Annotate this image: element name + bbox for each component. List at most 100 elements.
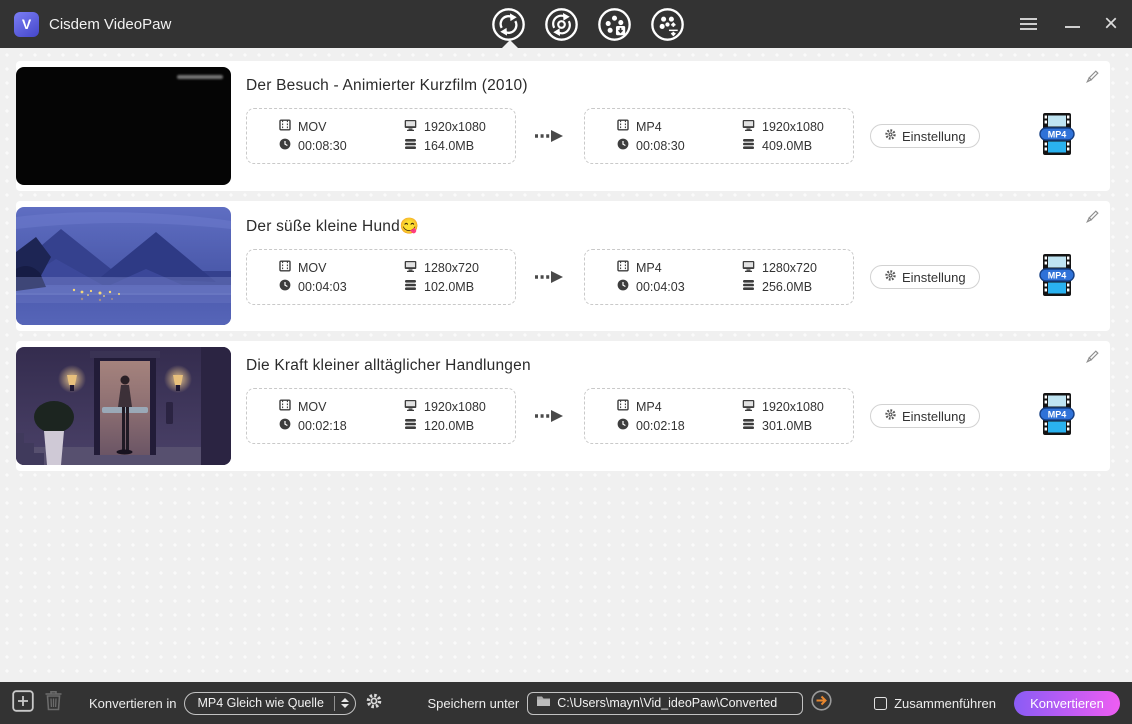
video-title: Der Besuch - Animierter Kurzfilm (2010) [246, 77, 528, 94]
target-duration: 00:04:03 [617, 279, 742, 294]
video-title: Die Kraft kleiner alltäglicher Handlunge… [246, 357, 531, 374]
database-icon [742, 279, 755, 294]
conversion-info-row: MOV 1920x1080 00:02:18 120.0MB MP4 1920x… [246, 388, 1110, 444]
film-icon [279, 119, 291, 134]
minimize-icon[interactable] [1064, 26, 1080, 28]
video-thumbnail [16, 67, 231, 185]
close-icon[interactable]: × [1104, 12, 1118, 36]
downloader-tab-icon[interactable] [597, 7, 632, 42]
settings-button[interactable]: Einstellung [870, 404, 980, 428]
clock-icon [617, 138, 629, 153]
clock-icon [617, 418, 629, 433]
menu-icon[interactable] [1016, 14, 1041, 34]
film-icon [279, 399, 291, 414]
file-list: Der Besuch - Animierter Kurzfilm (2010) … [0, 48, 1132, 682]
clock-icon [279, 138, 291, 153]
title-bar: V Cisdem VideoPaw × [0, 0, 1132, 48]
svg-text:MP4: MP4 [1047, 409, 1066, 419]
convert-button[interactable]: Konvertieren [1014, 690, 1120, 716]
target-resolution: 1920x1080 [742, 119, 847, 134]
file-row-body: Der süße kleine Hund😋 MOV 1280x720 00:04… [231, 201, 1110, 331]
video-title: Der süße kleine Hund😋 [246, 218, 420, 235]
file-row-body: Der Besuch - Animierter Kurzfilm (2010) … [231, 61, 1110, 191]
convert-direction-arrow-icon [516, 408, 584, 424]
source-info-box: MOV 1920x1080 00:08:30 164.0MB [246, 108, 516, 164]
source-resolution: 1280x720 [404, 260, 509, 275]
settings-button[interactable]: Einstellung [870, 265, 980, 289]
source-size: 102.0MB [404, 279, 509, 294]
window-controls: × [1016, 12, 1118, 36]
video-thumbnail [16, 207, 231, 325]
target-info-box: MP4 1920x1080 00:02:18 301.0MB [584, 388, 854, 444]
convert-direction-arrow-icon [516, 128, 584, 144]
convert-tab-icon[interactable] [491, 7, 526, 42]
merge-checkbox[interactable] [874, 696, 888, 710]
settings-button[interactable]: Einstellung [870, 124, 980, 148]
delete-file-button[interactable] [44, 690, 63, 716]
output-path-field[interactable]: C:\Users\mayn\Vid_ideoPaw\Converted [527, 691, 804, 715]
output-format-icon[interactable]: MP4 [1038, 253, 1076, 301]
database-icon [404, 138, 417, 153]
convert-in-label: Konvertieren in [89, 695, 177, 711]
conversion-info-row: MOV 1280x720 00:04:03 102.0MB MP4 1280x7… [246, 249, 1110, 305]
source-size: 164.0MB [404, 138, 509, 153]
source-info-box: MOV 1920x1080 00:02:18 120.0MB [246, 388, 516, 444]
edit-title-icon[interactable] [1084, 69, 1100, 90]
file-row: Der süße kleine Hund😋 MOV 1280x720 00:04… [16, 201, 1110, 331]
file-row-body: Die Kraft kleiner alltäglicher Handlunge… [231, 341, 1110, 471]
database-icon [404, 418, 417, 433]
edit-title-icon[interactable] [1084, 209, 1100, 230]
film-icon [617, 260, 629, 275]
gear-icon [884, 128, 897, 144]
footer-toolbar: Konvertieren in MP4 Gleich wie Quelle Sp… [0, 682, 1132, 724]
target-resolution: 1920x1080 [742, 399, 847, 414]
clock-icon [279, 418, 291, 433]
video-thumbnail [16, 347, 231, 465]
format-settings-gear-icon[interactable] [365, 692, 383, 715]
monitor-icon [742, 399, 755, 414]
source-size: 120.0MB [404, 418, 509, 433]
add-file-button[interactable] [12, 689, 34, 717]
source-duration: 00:08:30 [279, 138, 404, 153]
source-info-box: MOV 1280x720 00:04:03 102.0MB [246, 249, 516, 305]
output-format-icon[interactable]: MP4 [1038, 392, 1076, 440]
monitor-icon [404, 260, 417, 275]
clock-icon [279, 279, 291, 294]
target-resolution: 1280x720 [742, 260, 847, 275]
source-resolution: 1920x1080 [404, 399, 509, 414]
gear-icon [884, 408, 897, 424]
thumbnail-watermark [177, 75, 223, 79]
target-info-box: MP4 1280x720 00:04:03 256.0MB [584, 249, 854, 305]
output-format-icon[interactable]: MP4 [1038, 112, 1076, 160]
save-under-label: Speichern unter [427, 695, 520, 711]
source-duration: 00:02:18 [279, 418, 404, 433]
monitor-icon [742, 119, 755, 134]
output-path-value: C:\Users\mayn\Vid_ideoPaw\Converted [557, 696, 778, 710]
monitor-icon [404, 119, 417, 134]
app-title: Cisdem VideoPaw [49, 15, 172, 33]
merge-label: Zusammenführen [894, 695, 996, 711]
film-icon [279, 260, 291, 275]
target-size: 301.0MB [742, 418, 847, 433]
convert-direction-arrow-icon [516, 269, 584, 285]
database-icon [742, 138, 755, 153]
source-format: MOV [279, 260, 404, 275]
database-icon [404, 279, 417, 294]
target-duration: 00:02:18 [617, 418, 742, 433]
film-icon [617, 119, 629, 134]
output-format-select[interactable]: MP4 Gleich wie Quelle [184, 691, 357, 715]
toolbox-tab-icon[interactable] [650, 7, 685, 42]
edit-title-icon[interactable] [1084, 349, 1100, 370]
output-format-value: MP4 Gleich wie Quelle [197, 696, 324, 710]
clock-icon [617, 279, 629, 294]
gear-icon [884, 269, 897, 285]
ripper-tab-icon[interactable] [544, 7, 579, 42]
select-stepper-icon [334, 695, 350, 711]
source-duration: 00:04:03 [279, 279, 404, 294]
monitor-icon [404, 399, 417, 414]
svg-text:MP4: MP4 [1047, 270, 1066, 280]
target-format: MP4 [617, 260, 742, 275]
mode-tabs [491, 0, 685, 48]
open-output-folder-button[interactable] [811, 690, 832, 716]
file-row: Der Besuch - Animierter Kurzfilm (2010) … [16, 61, 1110, 191]
